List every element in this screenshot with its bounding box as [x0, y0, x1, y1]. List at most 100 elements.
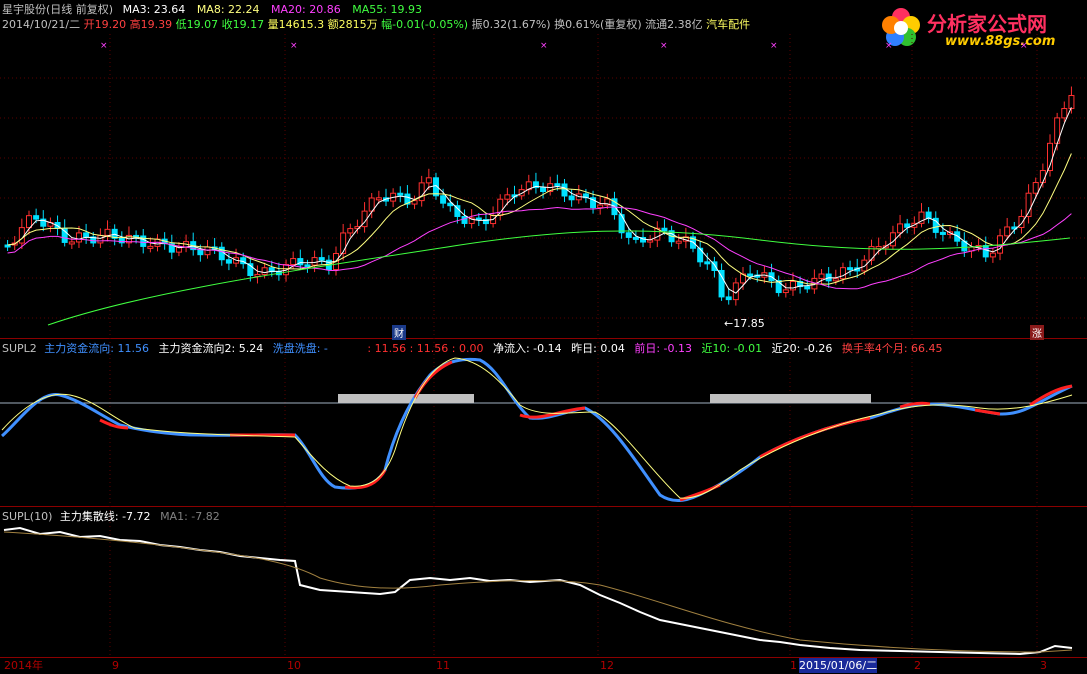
wash-label: 洗盘洗盘: - — [272, 342, 328, 355]
candle-body — [661, 227, 668, 232]
candle-body — [290, 258, 297, 265]
candle-body — [318, 257, 325, 261]
ma1-label: MA1: -7.82 — [160, 510, 220, 523]
event-marker: × — [100, 41, 108, 51]
candle-body — [304, 264, 311, 268]
candle-body — [875, 246, 882, 250]
supl2-name: SUPL2 — [2, 342, 37, 355]
candle-body — [1039, 170, 1046, 184]
x-tick-9: 9 — [112, 659, 119, 672]
candle-body — [97, 234, 104, 244]
candle-body — [847, 267, 854, 271]
candle-body — [725, 296, 732, 301]
limit-up-marker[interactable]: 涨 — [1030, 325, 1044, 340]
event-marker: × — [540, 41, 548, 51]
candle-body — [397, 192, 404, 196]
candle-body — [782, 289, 789, 294]
candle-body — [832, 278, 839, 282]
x-tick-10: 10 — [287, 659, 301, 672]
candle-body — [1004, 226, 1011, 237]
finance-marker[interactable]: 财 — [392, 325, 406, 340]
candle-body — [75, 232, 82, 243]
candle-body — [311, 257, 318, 266]
flow1-label: 主力资金流向: 11.56 — [44, 342, 149, 355]
candle-body — [440, 195, 447, 204]
candle-body — [118, 237, 125, 244]
candle-body — [804, 286, 811, 290]
candle-body — [697, 247, 704, 263]
candle-body — [225, 259, 232, 264]
x-tick-12: 12 — [600, 659, 614, 672]
candle-body — [747, 273, 754, 277]
fund-flow-up-segment — [413, 360, 453, 399]
prev-label: 前日: -0.13 — [634, 342, 692, 355]
candle-body — [561, 183, 568, 197]
candle-body — [989, 252, 996, 258]
candle-body — [104, 228, 111, 236]
supl2-header: SUPL2 主力资金流向: 11.56 主力资金流向2: 5.24 洗盘洗盘: … — [2, 342, 943, 355]
candle-body — [675, 240, 682, 244]
candle-body — [461, 215, 468, 224]
candle-body — [632, 236, 639, 240]
x-axis: 2014年 9 10 11 12 1 2015/01/06/二 2 3 — [0, 657, 1087, 674]
candle-body — [954, 231, 961, 242]
candle-body — [618, 214, 625, 234]
flow2-label: 主力资金流向2: 5.24 — [158, 342, 264, 355]
candle-body — [504, 194, 511, 200]
near10-label: 近10: -0.01 — [701, 342, 763, 355]
candle-body — [897, 223, 904, 234]
candle-body — [33, 215, 40, 220]
x-tick-selected-date[interactable]: 2015/01/06/二 — [799, 658, 878, 673]
candle-body — [261, 267, 268, 275]
candle-body — [1061, 108, 1068, 119]
turnover4m-label: 换手率4个月: 66.45 — [841, 342, 943, 355]
x-tick-2: 2 — [914, 659, 921, 672]
candle-body — [418, 182, 425, 202]
x-tick-11: 11 — [436, 659, 450, 672]
candle-body — [789, 280, 796, 291]
candle-body — [347, 228, 354, 234]
chart-canvas: × × × × × × × — [0, 34, 1087, 657]
supl10-name: SUPL(10) — [2, 510, 53, 523]
candle-body — [254, 273, 261, 277]
fund-flow-line — [1, 357, 1073, 503]
candle-body — [625, 232, 632, 238]
candle-body — [818, 273, 825, 279]
candle-body — [861, 259, 868, 272]
candle-body — [982, 245, 989, 258]
candle-body — [4, 244, 11, 248]
event-marker: × — [660, 41, 668, 51]
candle-body — [425, 177, 432, 184]
event-marker: × — [770, 41, 778, 51]
fund-flow-up-segment — [974, 408, 1001, 416]
yday-label: 昨日: 0.04 — [571, 342, 625, 355]
candle-body — [375, 197, 382, 201]
gather-line-label: 主力集散线: -7.72 — [59, 510, 151, 523]
ma20-line — [7, 206, 1072, 290]
supl10-header: SUPL(10) 主力集散线: -7.72 MA1: -7.82 — [2, 510, 220, 523]
price-low-label: ←17.85 — [724, 317, 765, 330]
wash-bar — [338, 394, 474, 403]
candle-body — [1032, 182, 1039, 194]
wash-bar — [710, 394, 871, 403]
candle-body — [597, 204, 604, 209]
candle-body — [68, 241, 75, 245]
candle-body — [197, 249, 204, 256]
candle-body — [554, 183, 561, 187]
fund-flow-up-segment — [759, 416, 871, 459]
x-tick-2014: 2014年 — [4, 659, 43, 672]
net-label: 净流入: -0.14 — [492, 342, 562, 355]
candle-body — [704, 261, 711, 265]
candle-body — [839, 267, 846, 280]
event-marker: × — [1020, 41, 1028, 51]
vals-label: : 11.56 : 11.56 : 0.00 — [367, 342, 484, 355]
fund-flow2-line — [1, 357, 1073, 499]
near20-label: 近20: -0.26 — [771, 342, 833, 355]
candle-body — [147, 245, 154, 249]
x-tick-3: 3 — [1040, 659, 1047, 672]
candle-body — [568, 195, 575, 201]
candle-body — [540, 187, 547, 193]
candle-body — [18, 227, 25, 244]
candle-body — [939, 231, 946, 235]
candle-body — [61, 227, 68, 243]
